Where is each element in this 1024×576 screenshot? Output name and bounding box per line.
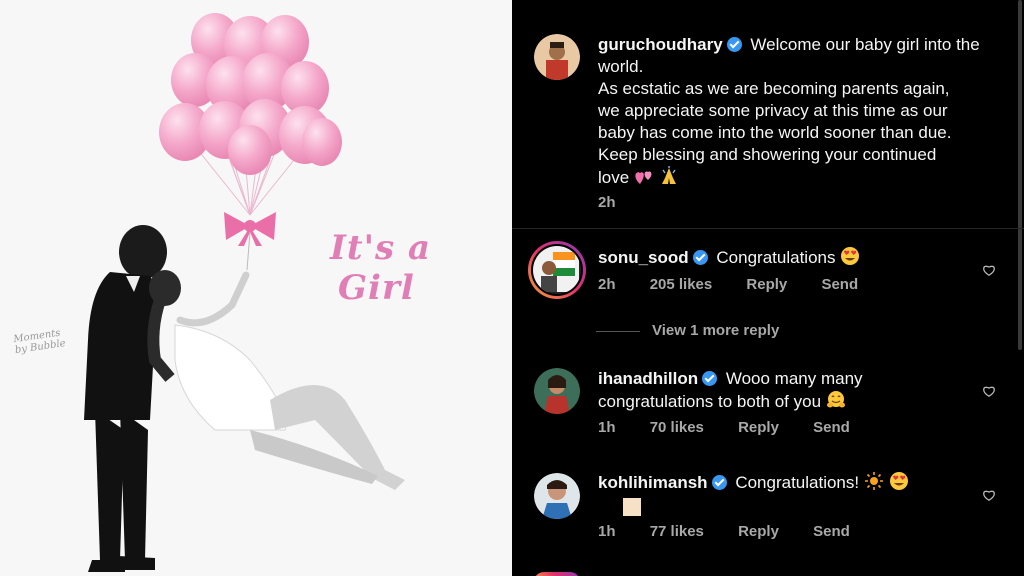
avatar-ihanadhillon[interactable] xyxy=(534,368,580,414)
avatar-image xyxy=(534,473,580,519)
comment-text: Congratulations! xyxy=(735,473,860,492)
comment-text: Wooo many many xyxy=(725,369,863,388)
send-button[interactable]: Send xyxy=(821,276,858,293)
send-button[interactable]: Send xyxy=(813,419,850,436)
comments-panel[interactable]: guruchoudhary Welcome our baby girl into… xyxy=(512,0,1024,576)
likes-count[interactable]: 77 likes xyxy=(650,523,704,540)
caption-line: love xyxy=(598,168,630,187)
comment-timestamp: 2h xyxy=(598,276,616,293)
username-ihanadhillon[interactable]: ihanadhillon xyxy=(598,369,698,388)
its-a-girl-caption: It's a Girl xyxy=(330,228,480,308)
like-heart-icon[interactable] xyxy=(982,384,996,398)
view-more-replies-button[interactable]: View 1 more reply xyxy=(596,322,779,339)
comment-meta: 1h 70 likes Reply Send xyxy=(598,419,880,436)
scrollbar[interactable] xyxy=(1018,0,1022,350)
avatar-image xyxy=(534,34,580,80)
comment-timestamp: 1h xyxy=(598,523,616,540)
reply-button[interactable]: Reply xyxy=(746,276,787,293)
verified-badge-icon xyxy=(692,250,708,265)
caption-line: Keep blessing and showering your continu… xyxy=(598,145,937,164)
hugging-face-emoji-icon xyxy=(826,390,846,416)
comment-timestamp: 1h xyxy=(598,419,616,436)
post-caption: guruchoudhary Welcome our baby girl into… xyxy=(598,34,998,192)
post-photo[interactable]: It's a Girl Moments by Bubble xyxy=(0,0,512,576)
avatar-kohlihimansh[interactable] xyxy=(534,473,580,519)
verified-badge-icon xyxy=(726,37,742,52)
comment-text: Congratulations xyxy=(716,248,836,267)
caption-line: we appreciate some privacy at this time … xyxy=(598,101,948,120)
folded-hands-icon xyxy=(659,166,679,192)
username-guruchoudhary[interactable]: guruchoudhary xyxy=(598,35,723,54)
caption-line-1: It's a xyxy=(330,228,432,268)
avatar-image xyxy=(534,368,580,414)
heart-eyes-emoji-icon xyxy=(840,246,860,272)
comment-text: congratulations to both of you xyxy=(598,392,822,411)
comment-meta: 1h 77 likes Reply Send xyxy=(598,523,880,540)
comment-kohlihimansh: kohlihimansh Congratulations! xyxy=(598,471,978,523)
comment-ihanadhillon: ihanadhillon Wooo many many congratulati… xyxy=(598,368,978,416)
caption-line: baby has come into the world sooner than… xyxy=(598,123,952,142)
verified-badge-icon xyxy=(702,371,718,386)
comment-sonu-sood: sonu_sood Congratulations xyxy=(598,246,978,272)
post-meta: 2h xyxy=(598,194,646,211)
sun-emoji-icon xyxy=(864,471,884,497)
comment-meta: 2h 205 likes Reply Send xyxy=(598,276,888,293)
username-kohlihimansh[interactable]: kohlihimansh xyxy=(598,473,708,492)
reply-thread-line xyxy=(596,330,640,332)
like-heart-icon[interactable] xyxy=(982,488,996,502)
like-heart-icon[interactable] xyxy=(982,263,996,277)
divider xyxy=(512,228,1024,229)
unrendered-emoji-box-icon xyxy=(622,497,642,523)
caption-line: As ecstatic as we are becoming parents a… xyxy=(598,79,950,98)
next-comment-avatar-partial xyxy=(534,572,580,576)
avatar-sonu-sood[interactable] xyxy=(528,241,586,299)
heart-eyes-emoji-icon xyxy=(889,471,909,497)
verified-badge-icon xyxy=(711,475,727,490)
post-timestamp: 2h xyxy=(598,194,616,211)
username-sonu-sood[interactable]: sonu_sood xyxy=(598,248,689,267)
two-hearts-icon xyxy=(634,168,654,192)
avatar-guruchoudhary[interactable] xyxy=(534,34,580,80)
reply-button[interactable]: Reply xyxy=(738,419,779,436)
avatar-image xyxy=(533,246,579,292)
send-button[interactable]: Send xyxy=(813,523,850,540)
likes-count[interactable]: 205 likes xyxy=(650,276,713,293)
reply-button[interactable]: Reply xyxy=(738,523,779,540)
likes-count[interactable]: 70 likes xyxy=(650,419,704,436)
view-more-replies-label: View 1 more reply xyxy=(652,322,780,339)
caption-line-2: Girl xyxy=(338,268,415,308)
